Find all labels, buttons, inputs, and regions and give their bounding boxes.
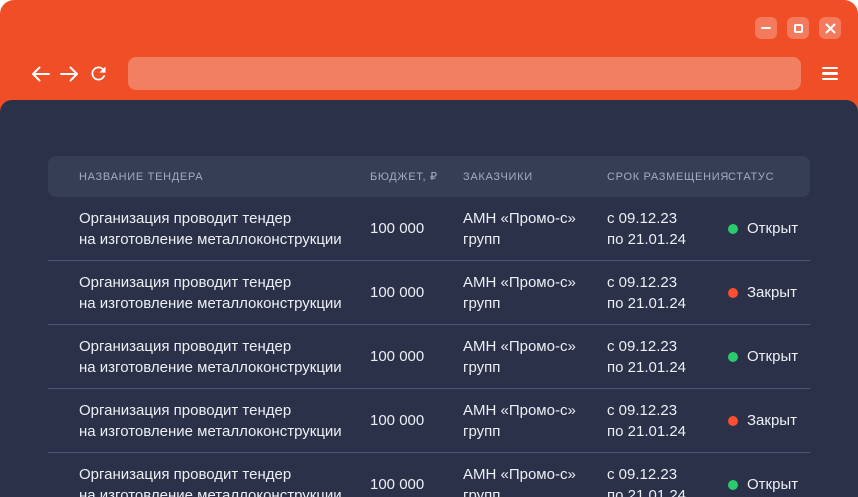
page-content: НАЗВАНИЕ ТЕНДЕРА БЮДЖЕТ, ₽ ЗАКАЗЧИКИ СРО… [0, 100, 858, 497]
tender-name-cell: Организация проводит тендер на изготовле… [48, 272, 370, 314]
tender-name-cell: Организация проводит тендер на изготовле… [48, 208, 370, 250]
budget-cell: 100 000 [370, 218, 463, 239]
status-label: Открыт [747, 346, 798, 367]
period-cell: с 09.12.23 по 21.01.24 [607, 336, 728, 378]
column-header-period: СРОК РАЗМЕЩЕНИЯ [607, 171, 728, 183]
status-cell: Открыт [728, 218, 810, 239]
browser-window: НАЗВАНИЕ ТЕНДЕРА БЮДЖЕТ, ₽ ЗАКАЗЧИКИ СРО… [0, 0, 858, 497]
period-cell: с 09.12.23 по 21.01.24 [607, 464, 728, 497]
customer-line1: АМН «Промо-с» [463, 400, 607, 421]
forward-button[interactable] [57, 61, 81, 87]
back-arrow-icon [31, 66, 50, 82]
budget-cell: 100 000 [370, 410, 463, 431]
minimize-button[interactable] [755, 17, 777, 39]
table-row[interactable]: Организация проводит тендер на изготовле… [48, 389, 810, 453]
tender-name-line1: Организация проводит тендер [79, 208, 370, 229]
menu-button[interactable] [818, 61, 842, 87]
customer-cell: АМН «Промо-с» групп [463, 272, 607, 314]
status-label: Открыт [747, 218, 798, 239]
table-row[interactable]: Организация проводит тендер на изготовле… [48, 261, 810, 325]
table-row[interactable]: Организация проводит тендер на изготовле… [48, 453, 810, 497]
tender-name-line1: Организация проводит тендер [79, 336, 370, 357]
back-button[interactable] [28, 61, 52, 87]
status-cell: Закрыт [728, 410, 810, 431]
column-header-status: СТАТУС [728, 171, 810, 183]
budget-cell: 100 000 [370, 474, 463, 495]
period-line2: по 21.01.24 [607, 421, 728, 442]
tender-name-line1: Организация проводит тендер [79, 464, 370, 485]
period-line2: по 21.01.24 [607, 229, 728, 250]
hamburger-icon [822, 67, 838, 70]
window-controls [755, 17, 841, 39]
budget-cell: 100 000 [370, 282, 463, 303]
tender-name-cell: Организация проводит тендер на изготовле… [48, 400, 370, 442]
customer-line1: АМН «Промо-с» [463, 464, 607, 485]
status-cell: Открыт [728, 346, 810, 367]
customer-line2: групп [463, 229, 607, 250]
maximize-button[interactable] [787, 17, 809, 39]
table-body: Организация проводит тендер на изготовле… [48, 197, 810, 497]
period-line1: с 09.12.23 [607, 208, 728, 229]
customer-line2: групп [463, 485, 607, 497]
status-dot [728, 224, 738, 234]
period-cell: с 09.12.23 по 21.01.24 [607, 400, 728, 442]
status-dot [728, 416, 738, 426]
navigation-bar [28, 57, 842, 90]
customer-cell: АМН «Промо-с» групп [463, 464, 607, 497]
status-dot [728, 352, 738, 362]
tender-name-line2: на изготовление металлоконструкции [79, 485, 370, 497]
status-label: Закрыт [747, 282, 797, 303]
customer-line1: АМН «Промо-с» [463, 272, 607, 293]
status-dot [728, 480, 738, 490]
customer-cell: АМН «Промо-с» групп [463, 336, 607, 378]
column-header-customers: ЗАКАЗЧИКИ [463, 171, 607, 183]
customer-cell: АМН «Промо-с» групп [463, 400, 607, 442]
customer-line2: групп [463, 421, 607, 442]
period-line2: по 21.01.24 [607, 293, 728, 314]
customer-line1: АМН «Промо-с» [463, 208, 607, 229]
table-row[interactable]: Организация проводит тендер на изготовле… [48, 325, 810, 389]
status-cell: Открыт [728, 474, 810, 495]
period-line1: с 09.12.23 [607, 336, 728, 357]
period-cell: с 09.12.23 по 21.01.24 [607, 208, 728, 250]
tender-name-cell: Организация проводит тендер на изготовле… [48, 336, 370, 378]
table-row[interactable]: Организация проводит тендер на изготовле… [48, 197, 810, 261]
customer-line1: АМН «Промо-с» [463, 336, 607, 357]
customer-line2: групп [463, 357, 607, 378]
tenders-table: НАЗВАНИЕ ТЕНДЕРА БЮДЖЕТ, ₽ ЗАКАЗЧИКИ СРО… [48, 156, 810, 497]
status-label: Открыт [747, 474, 798, 495]
titlebar [0, 0, 858, 100]
address-bar-input[interactable] [128, 57, 801, 90]
tender-name-line1: Организация проводит тендер [79, 272, 370, 293]
tender-name-cell: Организация проводит тендер на изготовле… [48, 464, 370, 497]
period-line1: с 09.12.23 [607, 464, 728, 485]
column-header-budget: БЮДЖЕТ, ₽ [370, 170, 463, 183]
minimize-icon [761, 27, 771, 29]
maximize-icon [794, 24, 803, 33]
status-cell: Закрыт [728, 282, 810, 303]
customer-cell: АМН «Промо-с» групп [463, 208, 607, 250]
tender-name-line2: на изготовление металлоконструкции [79, 421, 370, 442]
period-line1: с 09.12.23 [607, 400, 728, 421]
close-icon [825, 23, 836, 34]
tender-name-line1: Организация проводит тендер [79, 400, 370, 421]
period-line2: по 21.01.24 [607, 357, 728, 378]
forward-arrow-icon [60, 66, 79, 82]
status-label: Закрыт [747, 410, 797, 431]
reload-icon [88, 63, 109, 84]
status-dot [728, 288, 738, 298]
tender-name-line2: на изготовление металлоконструкции [79, 293, 370, 314]
period-line1: с 09.12.23 [607, 272, 728, 293]
column-header-name: НАЗВАНИЕ ТЕНДЕРА [48, 171, 370, 183]
customer-line2: групп [463, 293, 607, 314]
period-cell: с 09.12.23 по 21.01.24 [607, 272, 728, 314]
period-line2: по 21.01.24 [607, 485, 728, 497]
budget-cell: 100 000 [370, 346, 463, 367]
reload-button[interactable] [86, 61, 110, 87]
table-header: НАЗВАНИЕ ТЕНДЕРА БЮДЖЕТ, ₽ ЗАКАЗЧИКИ СРО… [48, 156, 810, 197]
tender-name-line2: на изготовление металлоконструкции [79, 357, 370, 378]
tender-name-line2: на изготовление металлоконструкции [79, 229, 370, 250]
close-button[interactable] [819, 17, 841, 39]
